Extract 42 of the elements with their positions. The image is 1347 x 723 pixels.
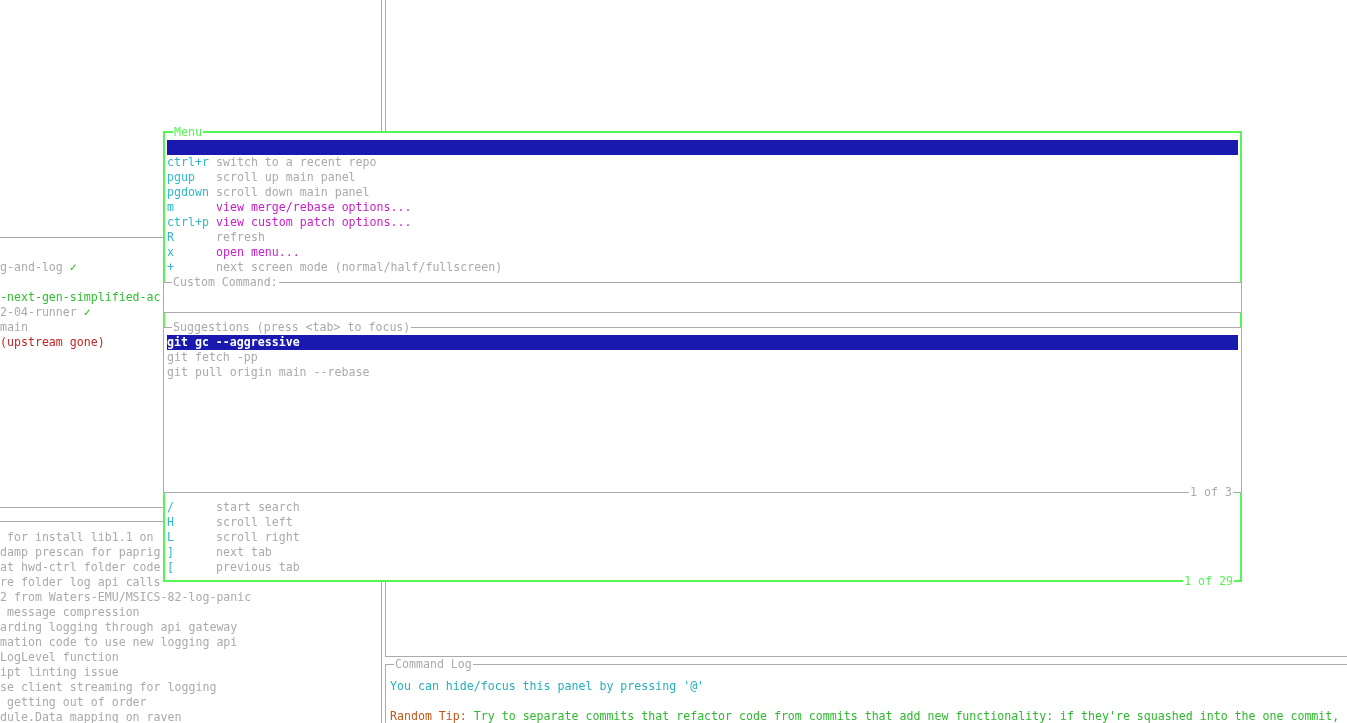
menu-item[interactable]: pgup scroll up main panel bbox=[167, 170, 1238, 185]
panel-title: Suggestions (press <tab> to focus) bbox=[172, 320, 412, 335]
commit-message[interactable]: mation code to use new logging api bbox=[0, 635, 238, 650]
commit-message[interactable]: LogLevel function bbox=[0, 650, 119, 665]
suggestion-item[interactable]: git fetch -pp bbox=[167, 350, 1238, 365]
tip-label: Random Tip: bbox=[390, 709, 467, 723]
menu-item[interactable]: ] next tab bbox=[167, 545, 1238, 560]
menu-item[interactable]: pgdown scroll down main panel bbox=[167, 185, 1238, 200]
suggestion-item[interactable]: git pull origin main --rebase bbox=[167, 365, 1238, 380]
branch-name[interactable]: g-and-log bbox=[0, 260, 63, 274]
menu-item[interactable]: ctrl+p view custom patch options... bbox=[167, 215, 1238, 230]
menu-item[interactable]: [ previous tab bbox=[167, 560, 1238, 575]
commit-message[interactable]: 2 from Waters-EMU/MSICS-82-log-panic bbox=[0, 590, 252, 605]
commit-message[interactable]: ipt linting issue bbox=[0, 665, 119, 680]
commit-message[interactable]: message compression bbox=[0, 605, 140, 620]
commit-message[interactable]: re folder log api calls bbox=[0, 575, 161, 590]
menu-item[interactable]: ctrl+r switch to a recent repo bbox=[167, 155, 1238, 170]
branch-name[interactable]: (upstream gone) bbox=[0, 335, 105, 349]
branch-name[interactable]: -next-gen-simplified-ac bbox=[0, 290, 161, 304]
commit-message[interactable]: damp prescan for paprig bbox=[0, 545, 161, 560]
commit-message[interactable]: at hwd-ctrl folder code bbox=[0, 560, 161, 575]
branch-name[interactable]: main bbox=[0, 320, 28, 334]
menu-item[interactable] bbox=[167, 140, 1238, 155]
menu-item[interactable]: + next screen mode (normal/half/fullscreen) bbox=[167, 260, 1238, 275]
branch-name[interactable]: 2-04-runner bbox=[0, 305, 77, 319]
commit-message[interactable]: se client streaming for logging bbox=[0, 680, 217, 695]
commit-message[interactable]: dule.Data mapping on raven bbox=[0, 710, 182, 723]
menu-item[interactable]: H scroll left bbox=[167, 515, 1238, 530]
commit-message[interactable]: for install lib1.1 on bbox=[0, 530, 154, 545]
menu-item[interactable]: L scroll right bbox=[167, 530, 1238, 545]
branch-status: ✓ bbox=[83, 305, 91, 319]
branch-status: ✓ bbox=[69, 260, 77, 274]
commit-message[interactable]: arding logging through api gateway bbox=[0, 620, 238, 635]
tip-text: Try to separate commits that refactor code from commits that add new functionality: if they're squashed into the one commit, bbox=[473, 709, 1340, 723]
menu-item[interactable]: / start search bbox=[167, 500, 1238, 515]
menu-item[interactable]: x open menu... bbox=[167, 245, 1238, 260]
suggestion-item[interactable]: git gc --aggressive bbox=[167, 335, 1238, 350]
log-message: You can hide/focus this panel by pressing '@' bbox=[390, 679, 706, 694]
menu-item[interactable]: m view merge/rebase options... bbox=[167, 200, 1238, 215]
menu-item[interactable]: R refresh bbox=[167, 230, 1238, 245]
panel-title: Command Log bbox=[394, 657, 473, 672]
commit-message[interactable]: getting out of order bbox=[0, 695, 147, 710]
